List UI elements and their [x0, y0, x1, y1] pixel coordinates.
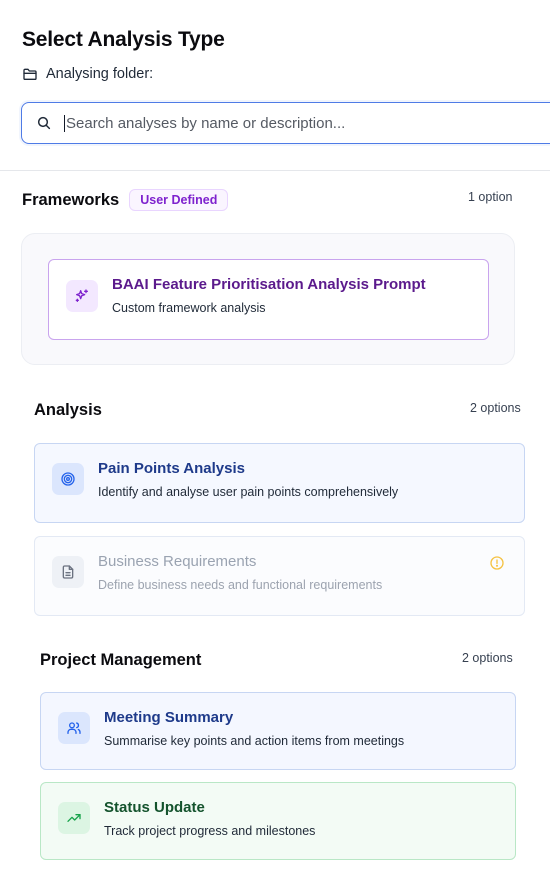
card-icon-box — [52, 556, 84, 588]
section-count: 1 option — [468, 190, 513, 204]
card-description: Define business needs and functional req… — [98, 578, 383, 592]
section-title: Project Management — [40, 651, 202, 669]
analysis-card-business-requirements[interactable]: Business Requirements Define business ne… — [34, 536, 525, 616]
document-icon — [62, 565, 74, 579]
analysis-card-baai-feature-prioritisation[interactable]: BAAI Feature Prioritisation Analysis Pro… — [48, 259, 489, 340]
card-icon-box — [52, 463, 84, 495]
user-defined-badge: User Defined — [129, 189, 229, 211]
card-icon-box — [58, 712, 90, 744]
folder-label: Analysing folder: — [46, 66, 154, 82]
search-icon — [37, 116, 51, 130]
card-description: Summarise key points and action items fr… — [104, 734, 405, 748]
sparkles-icon — [75, 289, 88, 302]
card-title: Meeting Summary — [104, 709, 234, 726]
folder-icon — [23, 68, 37, 80]
analysis-card-meeting-summary[interactable]: Meeting Summary Summarise key points and… — [40, 692, 516, 770]
card-icon-box — [58, 802, 90, 834]
card-title: Status Update — [104, 799, 205, 816]
trending-up-icon — [67, 814, 81, 822]
card-icon-box — [66, 280, 98, 312]
analysis-card-status-update[interactable]: Status Update Track project progress and… — [40, 782, 516, 860]
search-input[interactable] — [64, 114, 526, 132]
target-icon — [61, 472, 75, 486]
section-header-project-management: Project Management — [40, 651, 201, 670]
card-description: Custom framework analysis — [112, 301, 266, 315]
page-title: Select Analysis Type — [22, 28, 225, 51]
section-header-frameworks: Frameworks User Defined — [22, 189, 229, 211]
section-header-analysis: Analysis — [34, 401, 102, 420]
warning-circle-icon — [490, 556, 504, 570]
section-title: Frameworks — [22, 190, 120, 209]
section-count: 2 options — [462, 651, 513, 665]
card-title: BAAI Feature Prioritisation Analysis Pro… — [112, 276, 426, 293]
card-description: Track project progress and milestones — [104, 824, 316, 838]
card-title: Pain Points Analysis — [98, 460, 245, 477]
users-icon — [67, 722, 81, 734]
section-count: 2 options — [470, 401, 521, 415]
card-description: Identify and analyse user pain points co… — [98, 485, 399, 499]
divider — [0, 170, 550, 171]
folder-info: Analysing folder: — [22, 66, 153, 82]
section-title: Analysis — [34, 401, 102, 419]
card-title: Business Requirements — [98, 553, 257, 570]
search-box[interactable] — [21, 102, 550, 144]
analysis-card-pain-points[interactable]: Pain Points Analysis Identify and analys… — [34, 443, 525, 523]
